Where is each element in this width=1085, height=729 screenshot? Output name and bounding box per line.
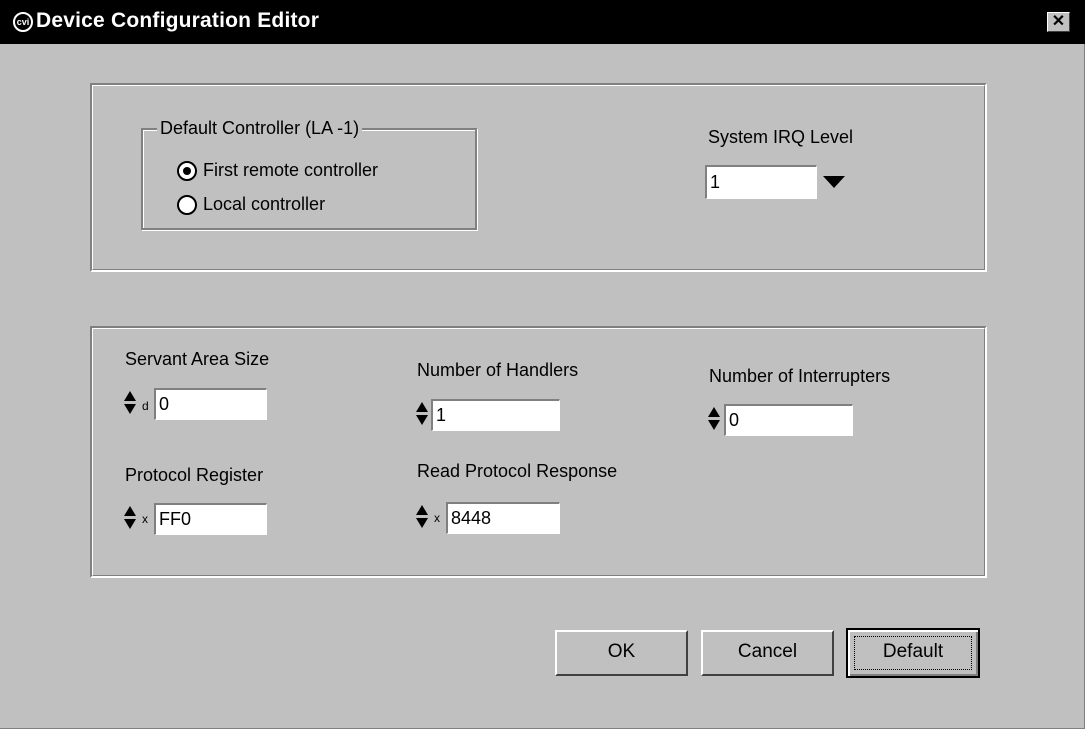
protocol-register-input[interactable]: FF0 <box>154 503 267 535</box>
default-button[interactable]: Default <box>846 628 980 678</box>
radio-label: Local controller <box>203 194 326 214</box>
number-of-interrupters-spinner[interactable] <box>708 404 720 434</box>
spin-down-icon[interactable] <box>708 420 720 430</box>
radio-first-remote-controller[interactable]: First remote controller <box>177 160 378 181</box>
number-of-interrupters-input[interactable]: 0 <box>724 404 853 436</box>
title-bar[interactable]: cvi Device Configuration Editor ✕ <box>0 0 1085 44</box>
servant-area-size-label: Servant Area Size <box>125 349 270 369</box>
spin-up-icon[interactable] <box>416 505 428 515</box>
read-protocol-response-spinner[interactable] <box>416 502 428 532</box>
radix-indicator: x <box>142 512 148 526</box>
radix-indicator: x <box>434 511 440 525</box>
spin-up-icon[interactable] <box>416 402 428 412</box>
spin-down-icon[interactable] <box>416 415 428 425</box>
radio-local-controller[interactable]: Local controller <box>177 194 325 215</box>
servant-area-size-spinner[interactable] <box>124 388 136 418</box>
system-irq-label: System IRQ Level <box>708 127 854 147</box>
protocol-register-label: Protocol Register <box>125 465 264 485</box>
chevron-down-icon[interactable] <box>817 165 851 199</box>
cancel-button[interactable]: Cancel <box>701 630 834 676</box>
read-protocol-response-label: Read Protocol Response <box>417 461 618 481</box>
protocol-register-spinner[interactable] <box>124 503 136 533</box>
radio-label: First remote controller <box>203 160 379 180</box>
close-button[interactable]: ✕ <box>1047 12 1070 32</box>
spin-down-icon[interactable] <box>416 518 428 528</box>
number-of-handlers-spinner[interactable] <box>416 399 428 429</box>
default-controller-legend: Default Controller (LA -1) <box>157 118 363 139</box>
app-icon[interactable]: cvi <box>13 12 33 32</box>
spin-down-icon[interactable] <box>124 404 136 414</box>
spin-up-icon[interactable] <box>124 506 136 516</box>
device-configuration-window: cvi Device Configuration Editor ✕ Defaul… <box>0 0 1085 729</box>
servant-area-size-input[interactable]: 0 <box>154 388 267 420</box>
ok-button[interactable]: OK <box>555 630 688 676</box>
number-of-interrupters-label: Number of Interrupters <box>709 366 891 386</box>
number-of-handlers-label: Number of Handlers <box>417 360 579 380</box>
default-button-label: Default <box>854 636 972 670</box>
spin-down-icon[interactable] <box>124 519 136 529</box>
system-irq-value: 1 <box>710 172 721 192</box>
spin-up-icon[interactable] <box>124 391 136 401</box>
radio-button-checked[interactable] <box>177 160 197 181</box>
read-protocol-response-input[interactable]: 8448 <box>446 502 560 534</box>
radix-indicator: d <box>142 399 149 413</box>
spin-up-icon[interactable] <box>708 407 720 417</box>
window-title: Device Configuration Editor <box>36 9 320 32</box>
radio-button[interactable] <box>177 194 197 215</box>
system-irq-select[interactable]: 1 <box>705 165 817 199</box>
number-of-handlers-input[interactable]: 1 <box>431 399 560 431</box>
